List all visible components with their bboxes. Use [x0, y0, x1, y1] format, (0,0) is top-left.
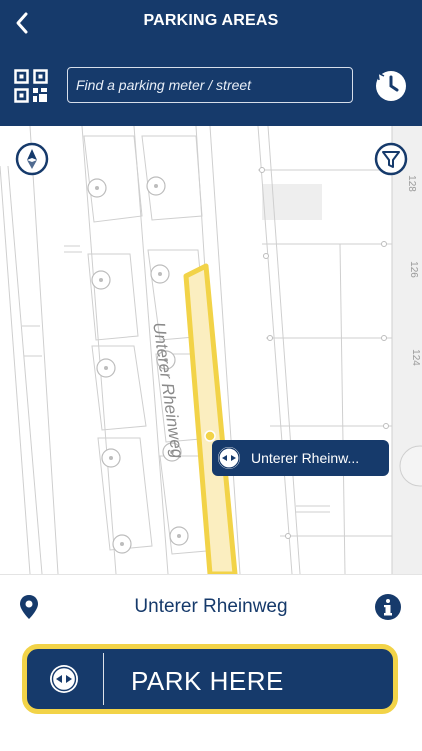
search-input[interactable]	[67, 67, 353, 103]
parking-meter-icon	[50, 665, 78, 693]
location-name: Unterer Rheinweg	[134, 596, 288, 617]
compass-icon	[15, 142, 49, 176]
qr-scan-button[interactable]	[14, 69, 48, 103]
map-base	[0, 126, 422, 574]
parking-meter-icon	[217, 446, 241, 470]
page-title: PARKING AREAS	[143, 12, 279, 29]
parking-meter-marker[interactable]: Unterer Rheinw...	[212, 440, 389, 476]
history-button[interactable]	[373, 68, 409, 104]
house-number-128: 128	[405, 175, 417, 192]
park-here-label: PARK HERE	[131, 666, 284, 696]
compass-button[interactable]	[15, 142, 49, 176]
park-here-button[interactable]: PARK HERE	[22, 644, 398, 714]
map-view[interactable]: Unterer Rheinweg 128 126 124 Unterer Rhe…	[0, 126, 422, 574]
info-button[interactable]	[374, 593, 402, 621]
info-icon	[375, 594, 401, 620]
qr-code-icon	[14, 69, 48, 103]
location-panel: Unterer Rheinweg PARK HERE	[0, 574, 422, 751]
history-icon	[376, 71, 406, 101]
header-bar: PARKING AREAS	[0, 0, 422, 126]
filter-icon	[374, 142, 408, 176]
house-number-124: 124	[409, 349, 421, 366]
filter-button[interactable]	[374, 142, 408, 176]
parking-segment	[183, 263, 238, 574]
marker-label: Unterer Rheinw...	[251, 450, 360, 466]
house-number-126: 126	[407, 261, 419, 278]
button-divider	[103, 653, 104, 705]
